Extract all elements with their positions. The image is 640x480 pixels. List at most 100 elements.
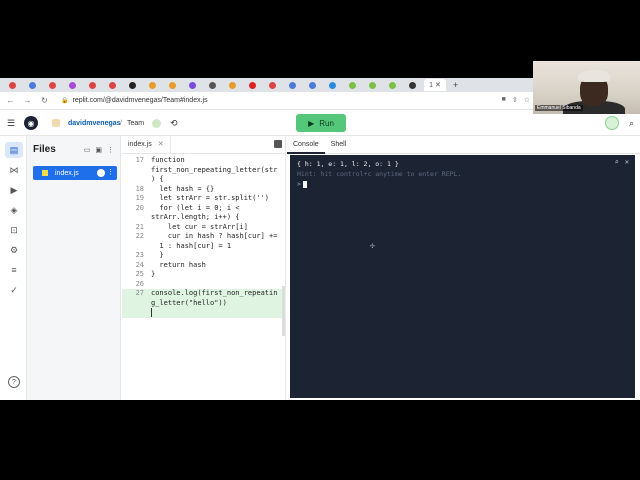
code-line[interactable]: strArr.length; i++) {: [122, 213, 286, 223]
packages-icon[interactable]: ◈: [8, 204, 20, 216]
browser-tab[interactable]: [264, 79, 281, 91]
console-output[interactable]: ⌕ ✕ { h: 1, e: 1, l: 2, o: 1 } Hint: hit…: [290, 155, 635, 398]
close-icon[interactable]: ✕: [158, 141, 164, 148]
help-icon[interactable]: ?: [8, 376, 20, 388]
webcam-name-label: Emmanuel Sibanda: [535, 105, 583, 111]
browser-tab[interactable]: [244, 79, 261, 91]
project-name[interactable]: Team: [127, 120, 144, 127]
tab-shell[interactable]: Shell: [325, 136, 353, 154]
browser-tab[interactable]: [324, 79, 341, 91]
reload-icon[interactable]: ↻: [40, 96, 49, 105]
new-tab-icon[interactable]: +: [453, 80, 458, 90]
code-line[interactable]: 18 let hash = {}: [122, 185, 286, 195]
user-link[interactable]: davidmvenegas: [68, 120, 121, 127]
line-number: 17: [135, 156, 144, 164]
webcam-person-cap: [578, 70, 610, 82]
tab-index-js[interactable]: index.js ✕: [122, 135, 171, 154]
browser-window: 1 ✕ + ← → ↻ 🔒 replit.com/@davidmvenegas/…: [0, 78, 640, 400]
code-text: strArr.length; i++) {: [151, 213, 240, 221]
search-icon[interactable]: ⌕: [615, 158, 619, 166]
history-icon[interactable]: ⟲: [170, 118, 178, 129]
share-nodes-icon[interactable]: ⋈: [8, 164, 20, 176]
panel-toggle-icon[interactable]: [274, 140, 282, 148]
database-icon[interactable]: ≡: [8, 264, 20, 276]
tab-console[interactable]: Console: [287, 136, 325, 154]
code-line[interactable]: 27 console.log(first_non_repeatin: [122, 289, 286, 299]
run-panel-icon[interactable]: ▶: [8, 184, 20, 196]
browser-tab-active[interactable]: 1 ✕: [424, 79, 446, 91]
browser-tab[interactable]: [124, 79, 141, 91]
menu-icon[interactable]: ☰: [7, 118, 15, 129]
browser-tab[interactable]: [44, 79, 61, 91]
replit-logo-icon[interactable]: ◉: [24, 116, 38, 130]
more-options-icon[interactable]: ⋮: [107, 146, 114, 154]
browser-tab[interactable]: [64, 79, 81, 91]
browser-tab[interactable]: [284, 79, 301, 91]
browser-tab[interactable]: [344, 79, 361, 91]
tab-favicon: [29, 81, 36, 89]
browser-tab[interactable]: [4, 79, 21, 91]
files-panel: Files ▭ ▣ ⋮ index.js ⋮: [27, 136, 121, 400]
record-icon[interactable]: ■: [502, 96, 506, 104]
close-icon[interactable]: ✕: [435, 81, 441, 89]
code-line[interactable]: [122, 308, 286, 318]
code-area[interactable]: 17 function first_non_repeating_letter(str…: [122, 156, 286, 318]
avatar[interactable]: [604, 116, 619, 130]
code-line[interactable]: 19 let strArr = str.split(''): [122, 194, 286, 204]
star-icon[interactable]: ☆: [524, 96, 530, 104]
code-line[interactable]: 23 }: [122, 251, 286, 261]
editor-scrollbar[interactable]: [282, 286, 285, 336]
clear-icon[interactable]: ✕: [625, 158, 629, 166]
browser-tab[interactable]: [84, 79, 101, 91]
code-line[interactable]: ) {: [122, 175, 286, 185]
file-menu-icon[interactable]: ⋮: [107, 168, 114, 176]
new-folder-icon[interactable]: ▣: [95, 146, 102, 154]
browser-tab[interactable]: [404, 79, 421, 91]
browser-tab[interactable]: [184, 79, 201, 91]
line-number: 26: [135, 279, 144, 288]
file-item-index-js[interactable]: index.js ⋮: [33, 166, 117, 180]
url-field[interactable]: 🔒 replit.com/@davidmvenegas/Team#index.j…: [61, 97, 208, 104]
new-file-icon[interactable]: ▭: [84, 146, 91, 154]
code-text: let strArr = str.split(''): [151, 194, 270, 202]
files-title: Files: [33, 144, 56, 155]
code-line[interactable]: 20 for (let i = 0; i <: [122, 204, 286, 214]
files-icon[interactable]: ▤: [5, 142, 23, 158]
browser-tab[interactable]: [24, 79, 41, 91]
code-line[interactable]: 25}: [122, 270, 286, 280]
code-line[interactable]: 21 let cur = strArr[i]: [122, 223, 286, 233]
code-line[interactable]: first_non_repeating_letter(str: [122, 166, 286, 176]
team-icon[interactable]: [152, 119, 161, 128]
console-toolbar: ⌕ ✕: [615, 158, 629, 166]
code-line[interactable]: 26: [122, 280, 286, 290]
console-prompt-line: >: [297, 180, 628, 188]
tab-favicon: [49, 81, 56, 89]
browser-tab[interactable]: [224, 79, 241, 91]
browser-tab[interactable]: [104, 79, 121, 91]
run-button[interactable]: ▶ Run: [296, 114, 346, 132]
letterbox-bottom: [0, 400, 640, 480]
code-line[interactable]: 17 function: [122, 156, 286, 166]
tab-favicon: [409, 81, 416, 89]
browser-tab[interactable]: [384, 79, 401, 91]
browser-tab[interactable]: [364, 79, 381, 91]
check-icon[interactable]: ✓: [8, 284, 20, 296]
code-line[interactable]: 1 : hash[cur] = 1: [122, 242, 286, 252]
code-line[interactable]: 22 cur in hash ? hash[cur] +=: [122, 232, 286, 242]
browser-tab[interactable]: [304, 79, 321, 91]
code-line[interactable]: 24 return hash: [122, 261, 286, 271]
browser-tab[interactable]: [204, 79, 221, 91]
gear-icon[interactable]: ⚙: [8, 244, 20, 256]
lock-icon[interactable]: ⊡: [8, 224, 20, 236]
tab-favicon: [309, 81, 316, 89]
run-label: Run: [319, 118, 334, 128]
browser-tab[interactable]: [144, 79, 161, 91]
share-icon[interactable]: ⇧: [512, 96, 518, 104]
forward-icon[interactable]: →: [23, 96, 32, 105]
console-hint: Hint: hit control+c anytime to enter REP…: [297, 170, 462, 178]
search-icon[interactable]: ⌕: [629, 118, 634, 129]
code-line[interactable]: g_letter("hello")): [122, 298, 286, 308]
back-icon[interactable]: ←: [6, 96, 15, 105]
browser-tab[interactable]: [164, 79, 181, 91]
tab-favicon: [109, 81, 116, 89]
